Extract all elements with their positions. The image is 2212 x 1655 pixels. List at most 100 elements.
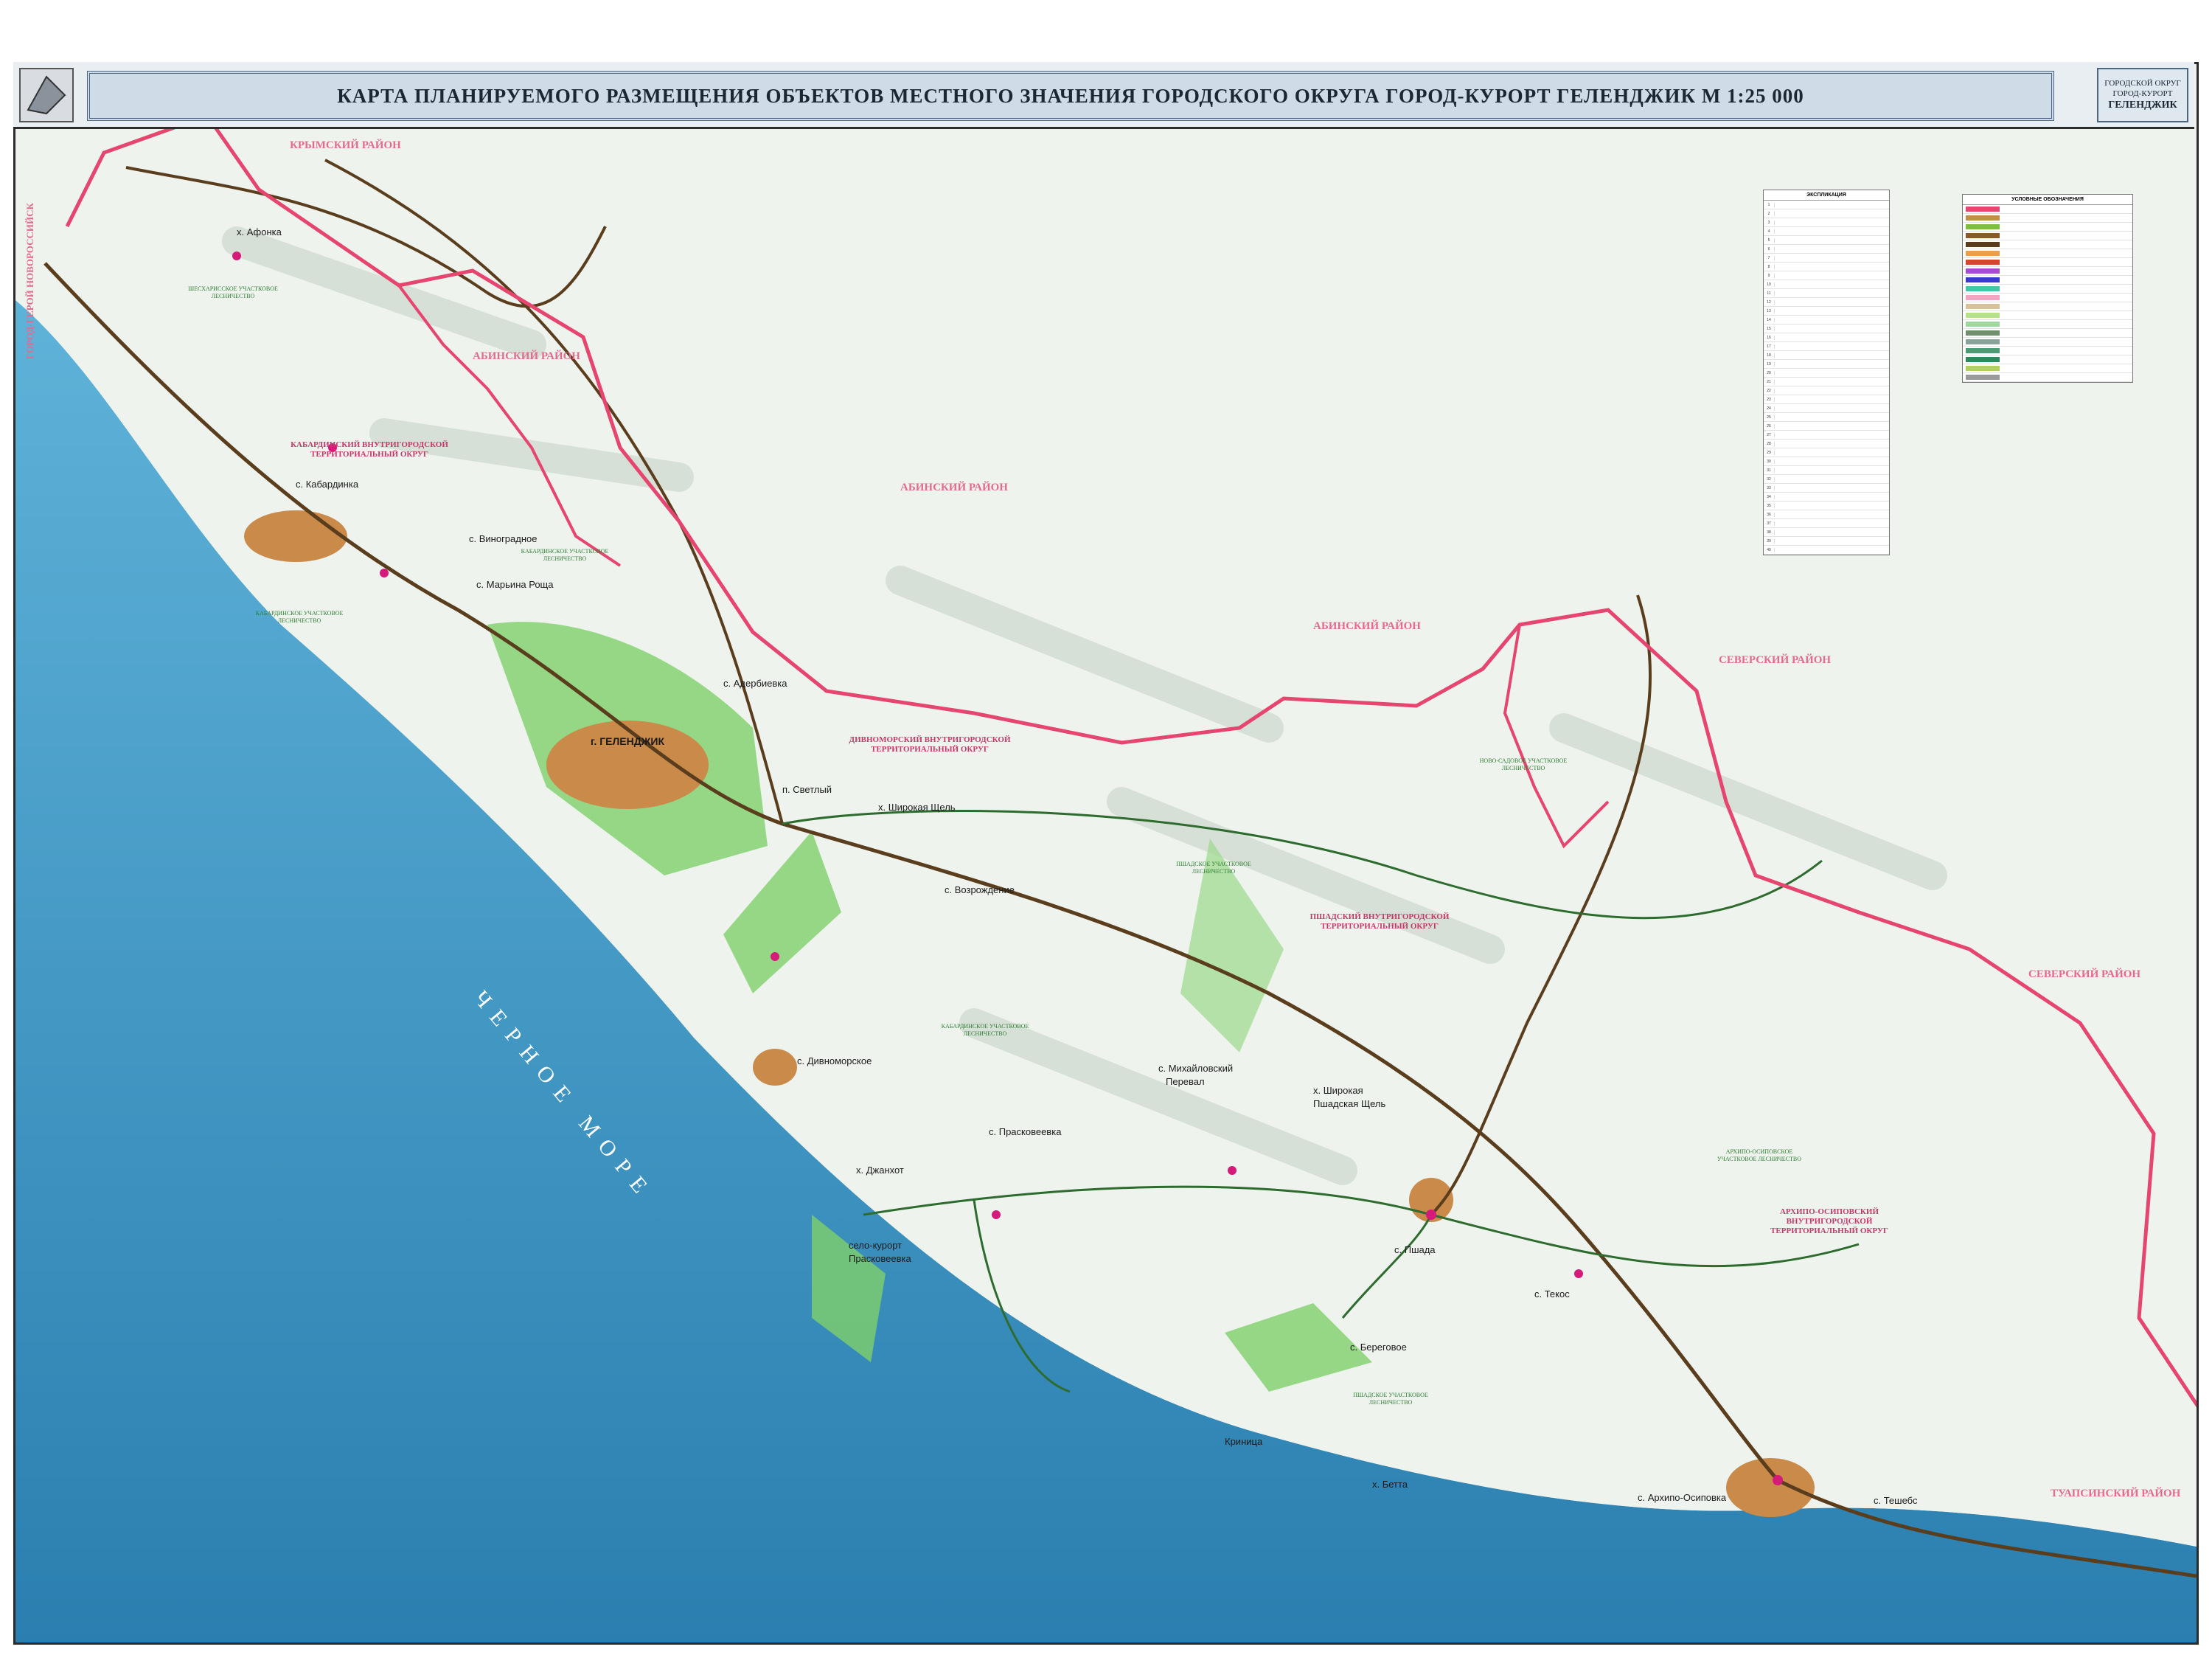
- explication-row-number: 32: [1764, 476, 1775, 482]
- explication-row: 26: [1764, 422, 1889, 431]
- explication-row: 12: [1764, 298, 1889, 307]
- explication-row: 22: [1764, 386, 1889, 395]
- explication-title: ЭКСПЛИКАЦИЯ: [1764, 190, 1889, 201]
- legend-swatch: [1966, 330, 2000, 336]
- legend-row: [1963, 267, 2132, 276]
- forestry-label: КАБАРДИНСКОЕ УЧАСТКОВОЕ ЛЕСНИЧЕСТВО: [521, 548, 609, 562]
- settlement-label: с. Тешебс: [1874, 1495, 1918, 1506]
- explication-row: 32: [1764, 475, 1889, 484]
- explication-row-number: 30: [1764, 459, 1775, 464]
- settlement-label: Пшадская Щель: [1313, 1098, 1386, 1109]
- explication-row-number: 17: [1764, 344, 1775, 349]
- legend-swatch: [1966, 375, 2000, 380]
- settlement-label: с. Береговое: [1350, 1342, 1407, 1353]
- legend-swatch: [1966, 339, 2000, 344]
- explication-row: 30: [1764, 457, 1889, 466]
- legend-swatch: [1966, 295, 2000, 300]
- legend-swatch: [1966, 268, 2000, 274]
- urban-arkhipo: [1726, 1458, 1815, 1517]
- forestry-label: ПШАДСКОЕ УЧАСТКОВОЕ ЛЕСНИЧЕСТВО: [1176, 861, 1251, 875]
- explication-row: 3: [1764, 218, 1889, 227]
- explication-row-number: 4: [1764, 229, 1775, 234]
- explication-row-number: 15: [1764, 326, 1775, 331]
- settlement-label: с. Архипо-Осиповка: [1638, 1492, 1727, 1503]
- explication-row: 5: [1764, 236, 1889, 245]
- legend-row: [1963, 205, 2132, 214]
- explication-row-number: 3: [1764, 220, 1775, 225]
- explication-row: 40: [1764, 546, 1889, 555]
- badge-line: ГЕЛЕНДЖИК: [2108, 100, 2177, 111]
- explication-row: 35: [1764, 502, 1889, 510]
- explication-row: 9: [1764, 271, 1889, 280]
- legend-row: [1963, 320, 2132, 329]
- settlement-label: с. Прасковеевка: [989, 1126, 1062, 1137]
- legend-row: [1963, 214, 2132, 223]
- settlement-label: с. Кабардинка: [296, 479, 359, 490]
- forestry-label: КАБАРДИНСКОЕ УЧАСТКОВОЕ ЛЕСНИЧЕСТВО: [941, 1023, 1029, 1037]
- district-tuapsinsky: ТУАПСИНСКИЙ РАЙОН: [2051, 1488, 2181, 1499]
- zone-arkhipo: АРХИПО-ОСИПОВСКИЙ ВНУТРИГОРОДСКОЙ ТЕРРИТ…: [1770, 1207, 1888, 1236]
- explication-row-number: 34: [1764, 494, 1775, 499]
- explication-row: 17: [1764, 342, 1889, 351]
- explication-row: 24: [1764, 404, 1889, 413]
- explication-row-number: 37: [1764, 521, 1775, 526]
- settlement-label: Криница: [1225, 1436, 1263, 1447]
- explication-row: 34: [1764, 493, 1889, 502]
- explication-row-number: 36: [1764, 512, 1775, 517]
- explication-row-number: 16: [1764, 335, 1775, 340]
- explication-row: 15: [1764, 325, 1889, 333]
- title-box: КАРТА ПЛАНИРУЕМОГО РАЗМЕЩЕНИЯ ОБЪЕКТОВ М…: [87, 71, 2054, 121]
- explication-row: 18: [1764, 351, 1889, 360]
- explication-row: 20: [1764, 369, 1889, 378]
- legend-swatch: [1966, 260, 2000, 265]
- district-seversky: СЕВЕРСКИЙ РАЙОН: [2028, 968, 2141, 980]
- district-abinsky: АБИНСКИЙ РАЙОН: [900, 482, 1008, 493]
- settlement-label: х. Джанхот: [856, 1165, 904, 1176]
- legend-swatch: [1966, 277, 2000, 282]
- explication-row: 10: [1764, 280, 1889, 289]
- district-abinsky: АБИНСКИЙ РАЙОН: [1313, 620, 1421, 632]
- settlement-label: с. Возрождение: [945, 884, 1015, 895]
- explication-row: 11: [1764, 289, 1889, 298]
- settlement-label: село-курорт: [849, 1240, 902, 1251]
- explication-row-number: 21: [1764, 379, 1775, 384]
- explication-row-number: 20: [1764, 370, 1775, 375]
- settlement-label: с. Виноградное: [469, 533, 538, 544]
- map-title: КАРТА ПЛАНИРУЕМОГО РАЗМЕЩЕНИЯ ОБЪЕКТОВ М…: [337, 84, 1804, 107]
- explication-row: 13: [1764, 307, 1889, 316]
- settlement-label: с. Пшада: [1394, 1244, 1436, 1255]
- explication-row-number: 6: [1764, 246, 1775, 251]
- settlement-label: х. Афонка: [237, 226, 282, 237]
- legend-swatch: [1966, 224, 2000, 229]
- explication-row: 14: [1764, 316, 1889, 325]
- explication-row: 29: [1764, 448, 1889, 457]
- explication-row: 2: [1764, 209, 1889, 218]
- explication-row-number: 18: [1764, 353, 1775, 358]
- settlement-label: х. Широкая: [1313, 1085, 1363, 1096]
- legend-row: [1963, 249, 2132, 258]
- legend-row: [1963, 302, 2132, 311]
- settlement-label: с. Дивноморское: [797, 1055, 872, 1066]
- legend-swatch: [1966, 322, 2000, 327]
- forestry-label: ПШАДСКОЕ УЧАСТКОВОЕ ЛЕСНИЧЕСТВО: [1353, 1392, 1428, 1406]
- legend-title: УСЛОВНЫЕ ОБОЗНАЧЕНИЯ: [1963, 195, 2132, 205]
- explication-row: 37: [1764, 519, 1889, 528]
- explication-row: 19: [1764, 360, 1889, 369]
- map-frame: КРЫМСКИЙ РАЙОН АБИНСКИЙ РАЙОН АБИНСКИЙ Р…: [13, 62, 2199, 1645]
- explication-row-number: 19: [1764, 361, 1775, 367]
- explication-row-number: 14: [1764, 317, 1775, 322]
- settlement-label: х. Бетта: [1372, 1479, 1408, 1490]
- legend-swatch: [1966, 251, 2000, 256]
- explication-row: 7: [1764, 254, 1889, 263]
- explication-row-number: 12: [1764, 299, 1775, 305]
- legend-row: [1963, 240, 2132, 249]
- legend-row: [1963, 311, 2132, 320]
- explication-row-number: 29: [1764, 450, 1775, 455]
- explication-row: 8: [1764, 263, 1889, 271]
- explication-row: 39: [1764, 537, 1889, 546]
- legend-swatch: [1966, 304, 2000, 309]
- explication-row-number: 10: [1764, 282, 1775, 287]
- explication-row: 36: [1764, 510, 1889, 519]
- municipality-badge: ГОРОДСКОЙ ОКРУГ ГОРОД-КУРОРТ ГЕЛЕНДЖИК: [2097, 68, 2188, 122]
- explication-row-number: 2: [1764, 211, 1775, 216]
